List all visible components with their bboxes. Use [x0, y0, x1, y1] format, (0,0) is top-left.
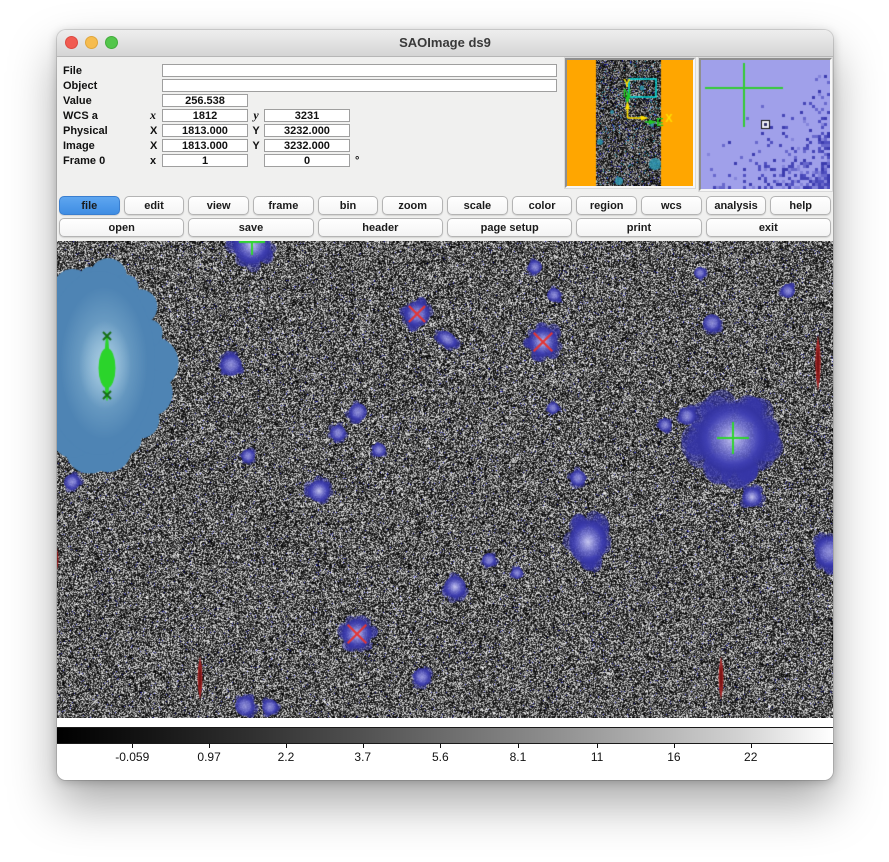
action-button-open[interactable]: open — [59, 218, 184, 237]
coord-letter: x — [148, 155, 162, 167]
coord-letter: x — [148, 108, 162, 123]
info-label-wcs-a: WCS a — [59, 110, 148, 122]
coord-letter: X — [148, 140, 162, 152]
window-title: SAOImage ds9 — [57, 30, 833, 56]
colorbar-tick — [286, 744, 287, 748]
menu-button-bin[interactable]: bin — [318, 196, 379, 215]
info-label-value: Value — [59, 95, 148, 107]
coord-letter: Y — [248, 140, 264, 152]
info-field-file-1[interactable] — [162, 64, 557, 77]
colorbar-tick — [132, 744, 133, 748]
colorbar-tick-label: 22 — [744, 750, 757, 764]
info-field-object-1[interactable] — [162, 79, 557, 92]
info-field-wcs-a-2[interactable]: 3231 — [264, 109, 350, 122]
colorbar-tick-label: 3.7 — [354, 750, 371, 764]
info-label-image: Image — [59, 140, 148, 152]
info-panel: FileObjectValue256.538WCS ax1812y3231Phy… — [57, 57, 833, 192]
colorbar-tick — [751, 744, 752, 748]
coord-letter: X — [148, 125, 162, 137]
coord-letter: Y — [248, 125, 264, 137]
degree-symbol: ° — [355, 155, 359, 167]
info-field-wcs-a-1[interactable]: 1812 — [162, 109, 248, 122]
menu-button-zoom[interactable]: zoom — [382, 196, 443, 215]
ds9-window: SAOImage ds9 FileObjectValue256.538WCS a… — [57, 30, 833, 780]
colorbar-tick-label: 8.1 — [510, 750, 527, 764]
info-row-wcs-a: WCS ax1812y3231 — [59, 108, 557, 123]
info-label-frame-0: Frame 0 — [59, 155, 148, 167]
menu-button-frame[interactable]: frame — [253, 196, 314, 215]
info-field-physical-2[interactable]: 3232.000 — [264, 124, 350, 137]
menu-button-help[interactable]: help — [770, 196, 831, 215]
colorbar-tick-label: 16 — [667, 750, 680, 764]
colorbar-tick — [597, 744, 598, 748]
menu-button-edit[interactable]: edit — [124, 196, 185, 215]
menu-button-wcs[interactable]: wcs — [641, 196, 702, 215]
menu-button-scale[interactable]: scale — [447, 196, 508, 215]
info-label-file: File — [59, 65, 148, 77]
action-button-page-setup[interactable]: page setup — [447, 218, 572, 237]
colorbar-tick-label: 0.97 — [197, 750, 220, 764]
colorbar: -0.059 0.97 2.2 3.7 5.6 8.1 11 16 22 — [57, 718, 833, 780]
image-canvas[interactable] — [57, 241, 833, 718]
image-display — [57, 241, 833, 718]
info-row-frame-0: Frame 0x1 0 ° — [59, 153, 557, 168]
info-row-object: Object — [59, 78, 557, 93]
coord-letter: y — [248, 108, 264, 123]
magnifier-canvas[interactable] — [701, 60, 830, 189]
colorbar-tick-label: -0.059 — [115, 750, 149, 764]
info-field-frame-0-1[interactable]: 1 — [162, 154, 248, 167]
info-field-image-2[interactable]: 3232.000 — [264, 139, 350, 152]
info-label-physical: Physical — [59, 125, 148, 137]
colorbar-tick-label: 5.6 — [432, 750, 449, 764]
info-row-value: Value 256.538 — [59, 93, 557, 108]
colorbar-tick-label: 11 — [591, 750, 603, 764]
action-button-exit[interactable]: exit — [706, 218, 831, 237]
action-button-save[interactable]: save — [188, 218, 313, 237]
info-row-physical: PhysicalX1813.000Y3232.000 — [59, 123, 557, 138]
action-button-header[interactable]: header — [318, 218, 443, 237]
menu-button-view[interactable]: view — [188, 196, 249, 215]
info-field-frame-0-2[interactable]: 0 — [264, 154, 350, 167]
menu-button-region[interactable]: region — [576, 196, 637, 215]
colorbar-tick — [363, 744, 364, 748]
colorbar-tick — [674, 744, 675, 748]
colorbar-tick-label: 2.2 — [278, 750, 295, 764]
info-row-file: File — [59, 63, 557, 78]
colorbar-tick — [518, 744, 519, 748]
info-field-physical-1[interactable]: 1813.000 — [162, 124, 248, 137]
titlebar[interactable]: SAOImage ds9 — [57, 30, 833, 57]
info-row-image: ImageX1813.000Y3232.000 — [59, 138, 557, 153]
menu-button-color[interactable]: color — [512, 196, 573, 215]
info-field-image-1[interactable]: 1813.000 — [162, 139, 248, 152]
colorbar-tick — [209, 744, 210, 748]
panner-panel — [565, 58, 695, 188]
menu-button-file[interactable]: file — [59, 196, 120, 215]
info-field-value-1[interactable]: 256.538 — [162, 94, 248, 107]
menu-button-row: fileeditviewframebinzoomscalecolorregion… — [57, 192, 833, 216]
info-label-object: Object — [59, 80, 148, 92]
action-button-print[interactable]: print — [576, 218, 701, 237]
colorbar-gradient[interactable] — [57, 727, 833, 744]
colorbar-tick — [440, 744, 441, 748]
panner-canvas[interactable] — [567, 60, 693, 186]
magnifier-panel — [699, 58, 832, 191]
file-action-row: opensave headerpage setupprint exit — [57, 216, 833, 241]
desktop-background: SAOImage ds9 FileObjectValue256.538WCS a… — [0, 0, 889, 862]
menu-button-analysis[interactable]: analysis — [706, 196, 767, 215]
coordinate-readout: FileObjectValue256.538WCS ax1812y3231Phy… — [59, 63, 557, 168]
